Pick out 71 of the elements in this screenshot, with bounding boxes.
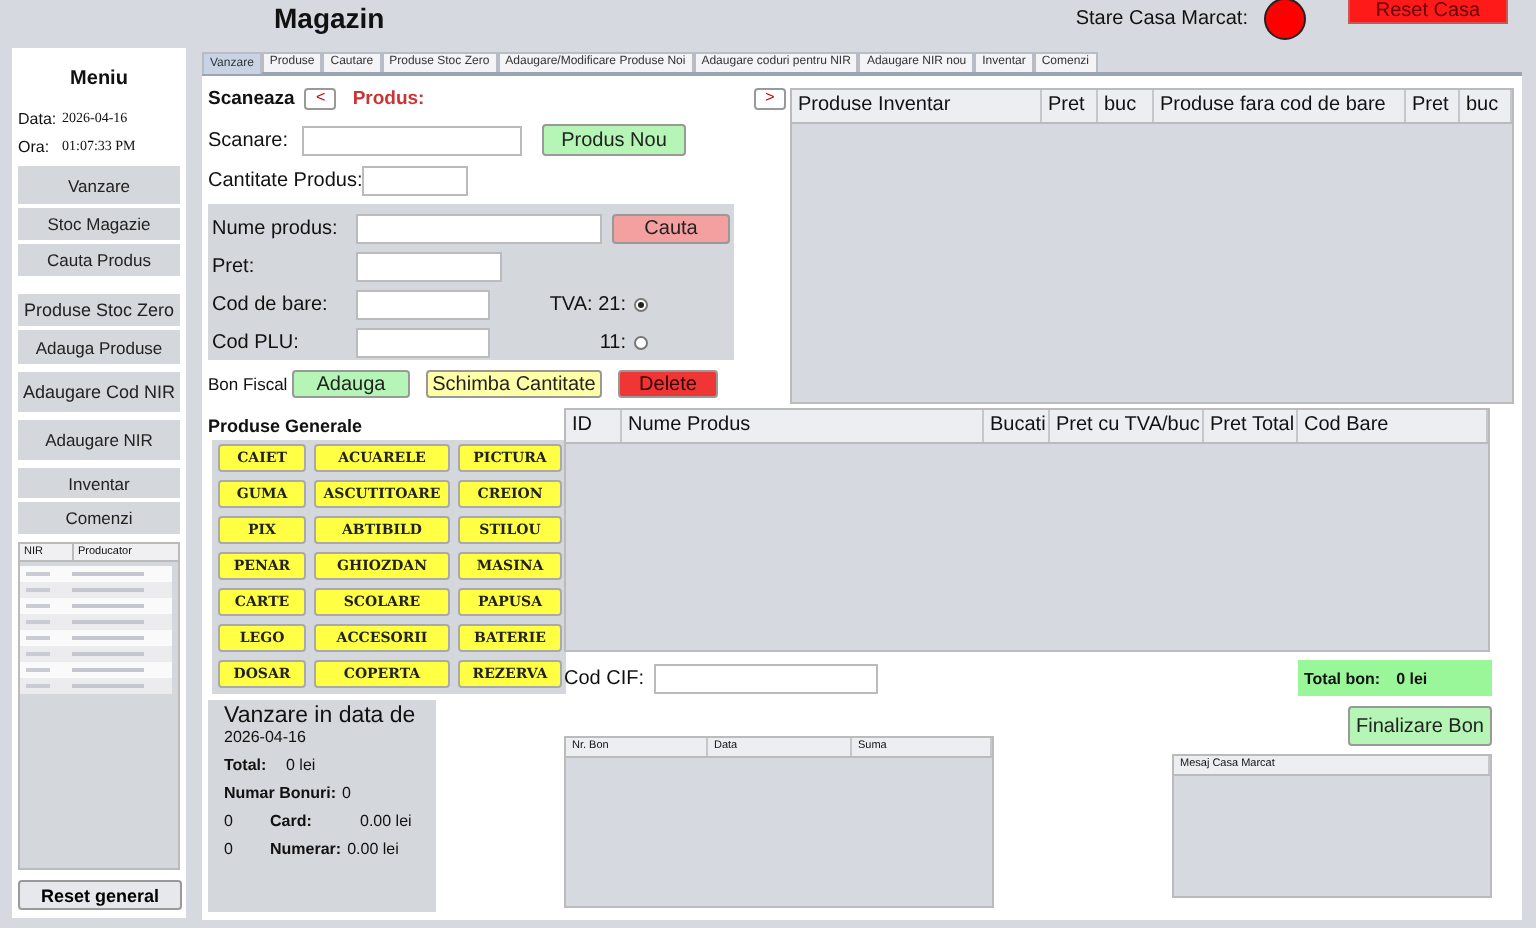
cash-count: 0 (224, 839, 235, 862)
card-value: 0.00 lei (360, 811, 412, 834)
card-label: Card: (270, 811, 314, 834)
status-label: Stare Casa Marcat: (1075, 7, 1248, 29)
column-header: Cod Bare (1298, 410, 1488, 442)
total-bon-value: 0 lei (1396, 669, 1428, 687)
reset-general-button[interactable]: Reset general (18, 880, 182, 910)
add-button[interactable]: Adauga (292, 370, 410, 398)
delete-button[interactable]: Delete (618, 370, 718, 398)
price-field[interactable] (356, 252, 502, 282)
summary-title: Vanzare in data de (224, 703, 418, 728)
column-header: Pret Total (1204, 410, 1298, 442)
date-label: Data: (18, 109, 59, 127)
column-header: Pret (1042, 90, 1098, 122)
cif-field[interactable] (654, 663, 879, 693)
menu-title: Meniu (68, 68, 130, 94)
radio-button[interactable] (634, 336, 648, 350)
bon-fiscal-label: Bon Fiscal (208, 374, 290, 394)
time-label: Ora: (18, 137, 52, 155)
column-header: Pret (1406, 90, 1460, 122)
menu-button[interactable]: Stoc Magazie (18, 208, 180, 240)
cash-label: Numerar: (270, 839, 342, 862)
cash-value: 0.00 lei (347, 839, 399, 862)
plu-field[interactable] (356, 328, 490, 358)
menu-button[interactable]: Adaugare Cod NIR (18, 372, 180, 412)
total-bon-label: Total bon: (1304, 669, 1381, 687)
new-product-button[interactable]: Produs Nou (542, 124, 686, 156)
scan-field[interactable] (302, 125, 522, 155)
column-header: Produse fara cod de bare (1154, 90, 1406, 122)
previous-button[interactable]: < (304, 87, 337, 109)
name-label: Nume produs: (212, 218, 340, 240)
plu-label: Cod PLU: (212, 332, 301, 354)
next-button[interactable]: > (754, 87, 786, 109)
column-header: buc (1460, 90, 1512, 122)
product-label: Produs: (352, 87, 425, 109)
scan-label: Scaneaza (208, 87, 295, 109)
menu-button[interactable]: Cauta Produs (18, 244, 180, 276)
column-header: ID (566, 410, 622, 442)
menu-button[interactable]: Inventar (18, 468, 180, 498)
receipt-count-label: Numar Bonuri: (224, 783, 336, 806)
price-label: Pret: (212, 256, 257, 278)
quantity-label: Cantitate Produs: (208, 169, 362, 191)
change-quantity-button[interactable]: Schimba Cantitate (426, 370, 602, 398)
menu-button[interactable]: Vanzare (18, 166, 180, 204)
vat-label: 11: (597, 332, 626, 354)
cif-label: Cod CIF: (564, 667, 645, 689)
menu-button[interactable]: Adauga Produse (18, 330, 180, 364)
column-header: Bucati (984, 410, 1050, 442)
barcode-label: Cod de bare: (212, 294, 330, 316)
vat-label: TVA: 21: (547, 294, 626, 316)
section-title: Produse Generale (208, 416, 365, 440)
barcode-field[interactable] (356, 290, 490, 320)
menu-button[interactable]: Adaugare NIR (18, 420, 180, 460)
column-header: Pret cu TVA/buc (1050, 410, 1204, 442)
summary-date: 2026-04-16 (224, 727, 308, 750)
receipt-count-value: 0 (342, 783, 351, 806)
app-title: Magazin (274, 2, 385, 34)
finalize-button[interactable]: Finalizare Bon (1348, 706, 1492, 746)
column-header: buc (1098, 90, 1154, 122)
name-field[interactable] (356, 214, 602, 244)
quantity-field[interactable] (362, 165, 468, 195)
card-count: 0 (224, 811, 235, 834)
column-header: Produse Inventar (792, 90, 1042, 122)
scan-field-label: Scanare: (208, 129, 291, 151)
total-value: 0 lei (286, 755, 316, 778)
radio-button[interactable] (634, 298, 648, 312)
column-header: Nume Produs (622, 410, 984, 442)
menu-button[interactable]: Comenzi (18, 502, 180, 534)
total-label: Total: (224, 755, 269, 778)
search-button[interactable]: Cauta (612, 214, 730, 244)
menu-button[interactable]: Produse Stoc Zero (18, 294, 180, 326)
